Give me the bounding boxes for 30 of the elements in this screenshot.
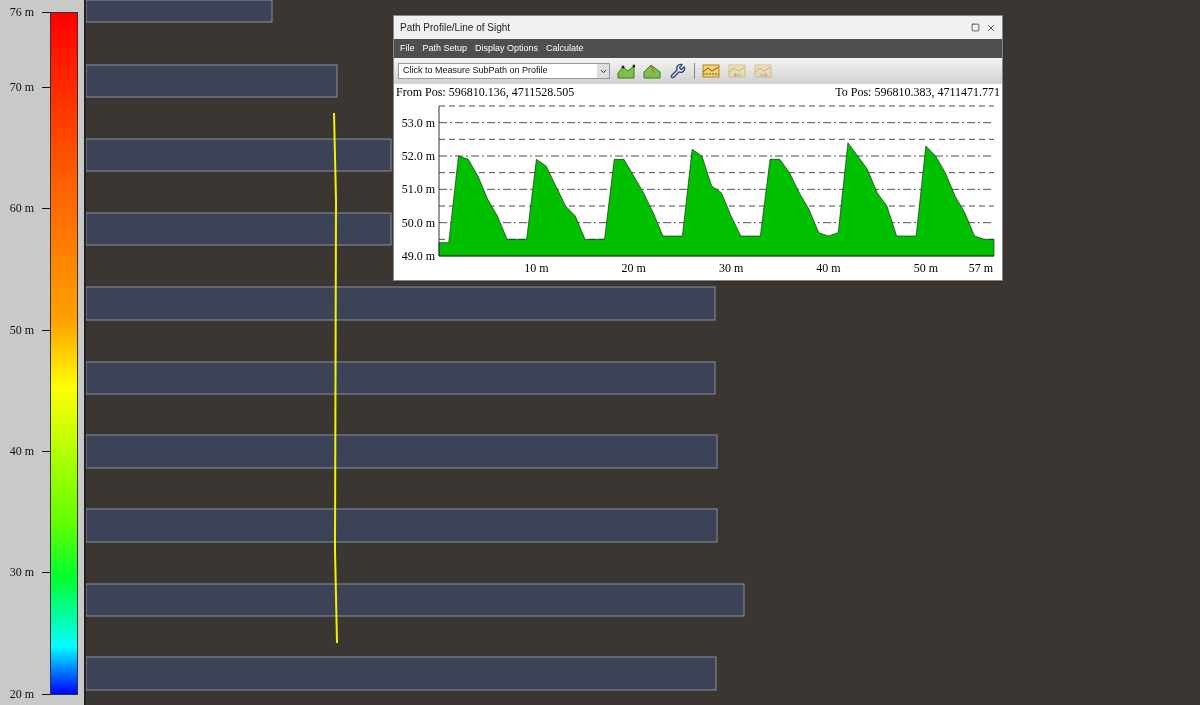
window-title: Path Profile/Line of Sight <box>400 21 511 35</box>
menu-item[interactable]: Display Options <box>475 41 539 56</box>
y-tick-label: 49.0 m <box>401 249 435 263</box>
x-tick-label: 20 m <box>621 261 646 275</box>
legend-tick-label: 70 m <box>8 79 34 95</box>
legend-tick-label: 50 m <box>8 322 34 338</box>
x-tick-label: 40 m <box>816 261 841 275</box>
legend-tick-label: 76 m <box>8 4 34 20</box>
close-icon[interactable] <box>986 22 996 33</box>
y-tick-label: 52.0 m <box>401 149 435 163</box>
menu-item[interactable]: Calculate <box>546 41 584 56</box>
y-tick-label: 51.0 m <box>401 182 435 197</box>
x-tick-label: 57 m <box>968 261 993 275</box>
legend-tick-label: 60 m <box>8 200 34 216</box>
x-tick-label: 10 m <box>524 261 549 275</box>
x-tick-label: 30 m <box>718 261 744 275</box>
mode-dropdown[interactable]: Click to Measure SubPath on Profile <box>398 63 610 79</box>
to-position-text: To Pos: 596810.383, 4711471.771 <box>835 84 1000 101</box>
profile-marker-button[interactable] <box>701 61 721 81</box>
x-tick-label: 50 m <box>913 261 938 275</box>
legend-tick-label: 30 m <box>8 564 34 580</box>
menu-item[interactable]: Path Setup <box>422 41 468 56</box>
menu-item[interactable]: File <box>400 41 415 56</box>
maximize-icon[interactable] <box>971 22 980 32</box>
legend-tick-label: 20 m <box>8 686 34 702</box>
y-tick-label: 50.0 m <box>401 215 435 230</box>
settings-button[interactable] <box>668 61 688 81</box>
from-position-text: From Pos: 596810.136, 4711528.505 <box>396 84 575 101</box>
y-tick-label: 53.0 m <box>401 115 435 130</box>
legend-tick-label: 40 m <box>8 443 34 459</box>
